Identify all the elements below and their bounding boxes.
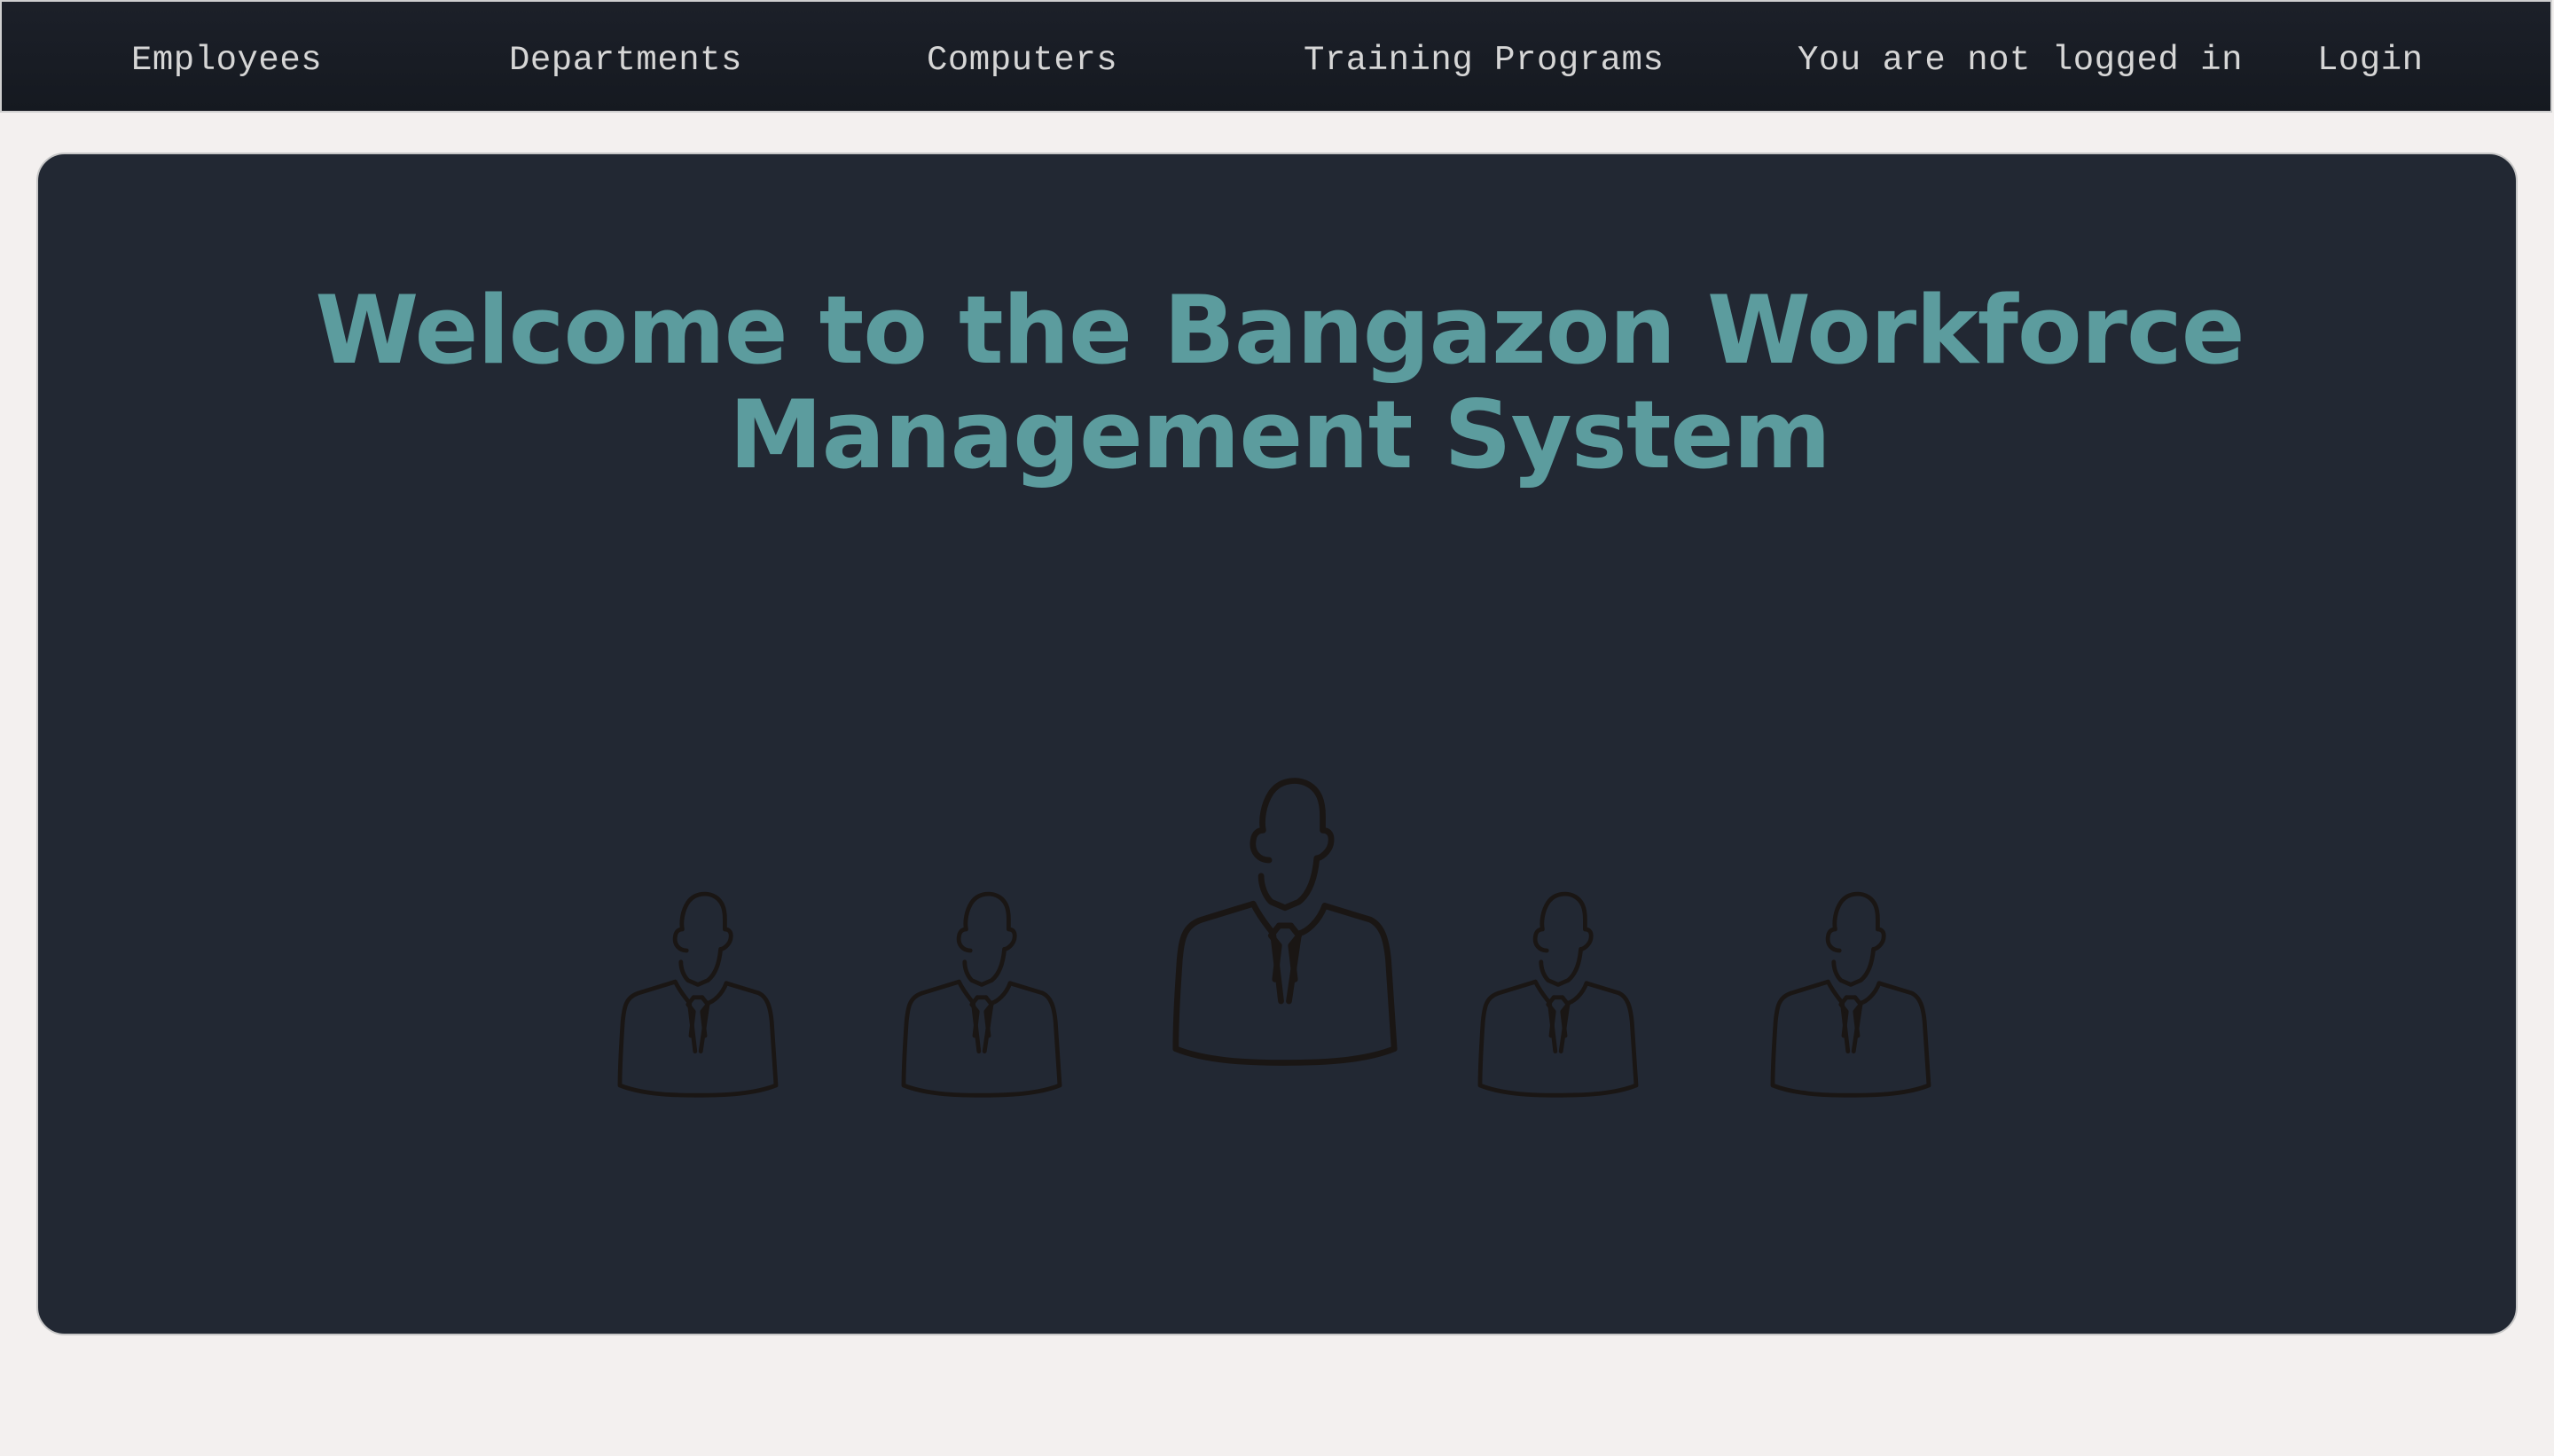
employee-figure-right xyxy=(1480,894,1636,1095)
nav-link-computers[interactable]: Computers xyxy=(927,2,1117,114)
employee-figure-far-left xyxy=(620,894,776,1095)
employee-figure-center xyxy=(1176,781,1394,1063)
nav-link-departments[interactable]: Departments xyxy=(509,2,742,114)
page-title: Welcome to the Bangazon Workforce Manage… xyxy=(315,276,2245,489)
nav-link-employees[interactable]: Employees xyxy=(131,2,322,114)
nav-link-training-programs[interactable]: Training Programs xyxy=(1304,2,1664,114)
login-status-text: You are not logged in xyxy=(1798,41,2243,80)
employee-figure-left xyxy=(904,894,1060,1095)
welcome-card: Welcome to the Bangazon Workforce Manage… xyxy=(36,153,2518,1335)
top-navigation-bar: Employees Departments Computers Training… xyxy=(0,0,2552,113)
group-of-employees-icon xyxy=(565,633,2055,1360)
login-link[interactable]: Login xyxy=(2317,2,2424,114)
employee-figure-far-right xyxy=(1773,894,1929,1095)
